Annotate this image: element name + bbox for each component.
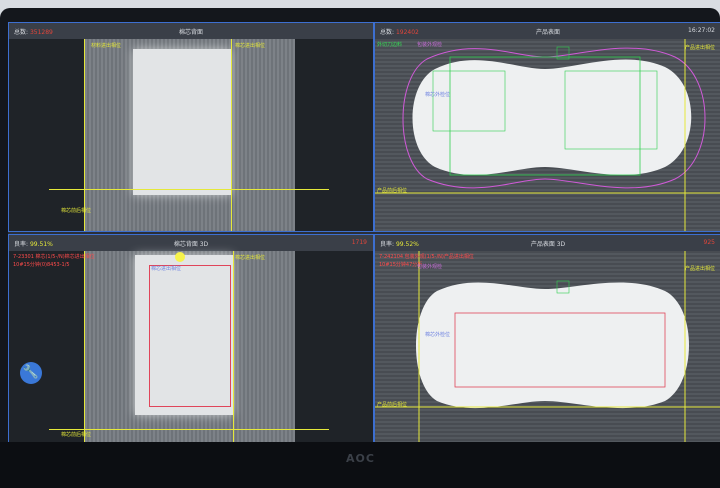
phase-label: 棉芯进出相位 [151, 266, 182, 272]
camera-view: 材料进出相位 棉芯进出相位 棉芯前后相位 [9, 39, 373, 231]
count-value: 1719 [351, 239, 367, 246]
panel-header: 良率: 99.52% 产品表面 3D 925 [375, 235, 720, 251]
guide-line [49, 189, 329, 190]
panel-title: 棉芯背面 [178, 29, 203, 36]
detection-box [149, 265, 231, 407]
phase-label: 产品进出相位 [685, 266, 716, 272]
log-line: 7-242104 包装外观(1/5-/N)产品进出相位 [379, 254, 474, 260]
brand-logo: AOC [346, 452, 375, 465]
panel-title: 产品表面 [535, 29, 560, 36]
log-line: 10#15分钟(0)8453-1/5 [13, 262, 70, 268]
camera-view: 7-23301 棉芯(1/5-/N)棉芯进出相位 10#15分钟(0)8453-… [9, 251, 373, 443]
phase-label: 棉芯前后相位 [61, 208, 92, 214]
guide-line [231, 39, 232, 231]
phase-label: 棉芯进出相位 [235, 43, 266, 49]
phase-label: 包装外观检 [417, 42, 443, 48]
guide-line [84, 251, 85, 443]
phase-label: 产品进出相位 [685, 45, 716, 51]
log-line: 10#15分钟47分析 [379, 262, 423, 268]
phase-label: 外切刀边料 [377, 42, 403, 48]
panel-cotton-core-back: 总数: 351289 棉芯背面 材料进出相位 棉芯进出相位 棉芯前后相位 [8, 22, 374, 232]
phase-label: 棉芯前后相位 [61, 432, 92, 438]
guide-line [233, 251, 234, 443]
phase-label: 棉芯外检位 [425, 332, 451, 338]
guide-line [84, 39, 85, 231]
inspection-screen: 总数: 351289 棉芯背面 材料进出相位 棉芯进出相位 棉芯前后相位 总数:… [8, 22, 720, 444]
panel-cotton-core-back-3d: 良率: 99.51% 棉芯背面 3D 1719 7-23301 棉芯(1/5-/… [8, 234, 374, 444]
panel-title: 产品表面 3D [530, 241, 566, 248]
panel-header: 良率: 99.51% 棉芯背面 3D 1719 [9, 235, 373, 251]
yellow-dot-indicator [175, 252, 185, 262]
count-value: 925 [703, 239, 715, 246]
panel-product-surface-3d: 良率: 99.52% 产品表面 3D 925 7-242104 包装外观(1/5… [374, 234, 720, 444]
monitor-bezel: 总数: 351289 棉芯背面 材料进出相位 棉芯进出相位 棉芯前后相位 总数:… [0, 8, 720, 488]
phase-label: 棉芯外检位 [425, 92, 451, 98]
phase-label: 材料进出相位 [91, 43, 122, 49]
phase-label: 产品前后相位 [377, 188, 408, 194]
bottom-bezel [0, 442, 720, 488]
camera-view: 外切刀边料 包装外观检 产品进出相位 棉芯外检位 产品前后相位 [375, 39, 720, 231]
clock: 16:27:02 [688, 27, 715, 34]
cotton-core [133, 49, 231, 195]
phase-label: 包装外观检 [417, 264, 443, 270]
guide-line [49, 429, 329, 430]
product-outline [375, 251, 720, 443]
phase-label: 产品前后相位 [377, 402, 408, 408]
panel-header: 总数: 192402 产品表面 16:27:02 [375, 23, 720, 39]
product-outline [375, 39, 720, 231]
panel-product-surface: 总数: 192402 产品表面 16:27:02 外切刀边料 包装外观检 产品进… [374, 22, 720, 232]
phase-label: 棉芯进出相位 [235, 255, 266, 261]
panel-title: 棉芯背面 3D [173, 241, 209, 248]
wrench-icon[interactable]: 🔧 [20, 362, 42, 384]
panel-header: 总数: 351289 棉芯背面 [9, 23, 373, 39]
log-line: 7-23301 棉芯(1/5-/N)棉芯进出相位 [13, 254, 95, 260]
camera-view: 7-242104 包装外观(1/5-/N)产品进出相位 10#15分钟47分析 … [375, 251, 720, 443]
